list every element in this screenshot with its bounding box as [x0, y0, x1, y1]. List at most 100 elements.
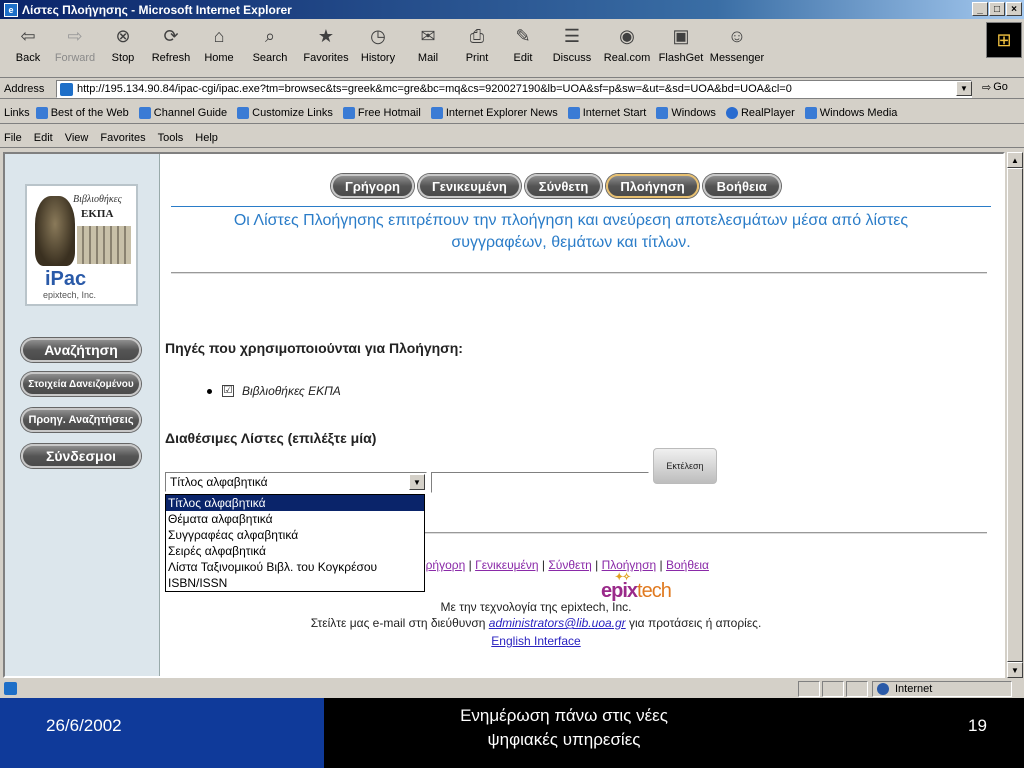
toolbar-refresh-button[interactable]: ⟳ Refresh [146, 20, 196, 76]
toolbar-forward-button[interactable]: ⇨ Forward [50, 20, 100, 76]
list-option[interactable]: ISBN/ISSN [166, 575, 424, 591]
chevron-down-icon[interactable]: ▼ [409, 474, 425, 490]
list-option[interactable]: Θέματα αλφαβητικά [166, 511, 424, 527]
toolbar-realcom-button[interactable]: ◉ Real.com [598, 20, 656, 76]
logo-line1: Βιβλιοθήκες [73, 194, 122, 205]
footer-nav: Γρήγορη | Γενικευμένη | Σύνθετη | Πλοήγη… [419, 558, 709, 572]
footer-nav-link[interactable]: Σύνθετη [548, 558, 591, 572]
link-icon [725, 106, 738, 119]
links-label: Links [4, 106, 30, 119]
sparkle-icon: ✦✧ [615, 572, 631, 583]
link-item[interactable]: Customize Links [237, 106, 333, 119]
link-item[interactable]: RealPlayer [725, 106, 795, 119]
footer-nav-link[interactable]: Βοήθεια [666, 558, 709, 572]
mail-icon: ✉ [420, 25, 436, 46]
link-item[interactable]: Internet Explorer News [430, 106, 558, 119]
menu-edit[interactable]: Edit [34, 132, 53, 144]
link-label: Best of the Web [50, 106, 129, 119]
tagline-line1: Οι Λίστες Πλοήγησης επιτρέπουν την πλοήγ… [233, 212, 909, 229]
tab-1[interactable]: Γενικευμένη [417, 174, 521, 198]
slide-title-line1: Ενημέρωση πάνω στις νέες [460, 706, 668, 725]
close-button[interactable]: × [1006, 2, 1022, 16]
footer-nav-link[interactable]: Γρήγορη [419, 558, 465, 572]
menu-view[interactable]: View [65, 132, 89, 144]
link-item[interactable]: Windows Media [804, 106, 897, 119]
contact-email-link[interactable]: administrators@lib.uoa.gr [489, 616, 626, 630]
link-label: Windows [671, 106, 716, 119]
maximize-button[interactable]: □ [989, 2, 1005, 16]
link-label: RealPlayer [740, 106, 795, 119]
toolbar-favorites-button[interactable]: ★ Favorites [298, 20, 354, 76]
toolbar-history-button[interactable]: ◷ History [354, 20, 402, 76]
menu-help[interactable]: Help [195, 132, 218, 144]
list-option[interactable]: Λίστα Ταξινομικού Βιβλ. του Κογκρέσου [166, 559, 424, 575]
sources-heading: Πηγές που χρησιμοποιούνται για Πλοήγηση: [165, 340, 463, 356]
toolbar-back-button[interactable]: ⇦ Back [6, 20, 50, 76]
toolbar-mail-button[interactable]: ✉ Mail [402, 20, 454, 76]
link-label: Internet Explorer News [445, 106, 558, 119]
toolbar-label: Mail [417, 52, 439, 64]
toolbar-discuss-button[interactable]: ☰ Discuss [546, 20, 598, 76]
library-logo[interactable]: Βιβλιοθήκες ΕΚΠΑ iPac epixtech, Inc. [25, 184, 138, 306]
link-label: Free Hotmail [357, 106, 421, 119]
source-list-item: ☑ Βιβλιοθήκες ΕΚΠΑ [207, 384, 341, 398]
menu-tools[interactable]: Tools [158, 132, 184, 144]
search-icon: ⌕ [264, 25, 276, 46]
scroll-down-button[interactable]: ▼ [1007, 662, 1023, 678]
source-checkbox[interactable]: ☑ [222, 385, 234, 397]
scroll-thumb[interactable] [1007, 168, 1023, 662]
toolbar-home-button[interactable]: ⌂ Home [196, 20, 242, 76]
address-bar: Address http://195.134.90.84/ipac-cgi/ip… [0, 79, 1024, 99]
list-option[interactable]: Σειρές αλφαβητικά [166, 543, 424, 559]
execute-button[interactable]: Εκτέλεση [653, 448, 717, 484]
link-item[interactable]: Internet Start [567, 106, 646, 119]
list-option[interactable]: Τίτλος αλφαβητικά [166, 495, 424, 511]
tab-4[interactable]: Βοήθεια [702, 174, 781, 198]
vertical-scrollbar[interactable]: ▲ ▼ [1007, 152, 1023, 678]
list-option[interactable]: Συγγραφέας αλφαβητικά [166, 527, 424, 543]
windows-logo-icon: ⊞ [986, 22, 1022, 58]
tab-0[interactable]: Γρήγορη [331, 174, 414, 198]
toolbar-print-button[interactable]: ⎙ Print [454, 20, 500, 76]
toolbar-label: History [360, 52, 396, 64]
flashget-icon: ▣ [672, 25, 690, 46]
toolbar-search-button[interactable]: ⌕ Search [242, 20, 298, 76]
toolbar-label: Forward [54, 52, 96, 64]
go-button[interactable]: ⇨ Go [982, 81, 1008, 94]
link-item[interactable]: Free Hotmail [342, 106, 421, 119]
english-interface-link[interactable]: English Interface [491, 634, 580, 648]
home-icon: ⌂ [213, 25, 225, 46]
list-type-select[interactable]: Τίτλος αλφαβητικά ▼ [165, 472, 427, 492]
menu-favorites[interactable]: Favorites [100, 132, 145, 144]
tab-2[interactable]: Σύνθετη [524, 174, 603, 198]
epix-logo-part-a: epix [601, 580, 638, 602]
sidebar-item-borrower[interactable]: Στοιχεία Δανειζομένου [21, 372, 141, 396]
link-item[interactable]: Channel Guide [138, 106, 227, 119]
statue-image [35, 196, 75, 266]
sidebar-item-previous-searches[interactable]: Προηγ. Αναζητήσεις [21, 408, 141, 432]
toolbar-label: FlashGet [658, 52, 704, 64]
scroll-up-button[interactable]: ▲ [1007, 152, 1023, 168]
tab-3[interactable]: Πλοήγηση [606, 174, 699, 198]
footer-nav-link[interactable]: Γενικευμένη [475, 558, 538, 572]
toolbar-messenger-button[interactable]: ☺ Messenger [706, 20, 768, 76]
menu-bar: File Edit View Favorites Tools Help [0, 128, 1024, 148]
address-input[interactable]: http://195.134.90.84/ipac-cgi/ipac.exe?t… [56, 80, 972, 98]
menu-file[interactable]: File [4, 132, 22, 144]
source-label: Βιβλιοθήκες ΕΚΠΑ [242, 384, 341, 398]
address-dropdown-button[interactable]: ▼ [956, 81, 972, 96]
list-type-selected: Τίτλος αλφαβητικά [170, 475, 268, 489]
link-item[interactable]: Best of the Web [35, 106, 129, 119]
browse-term-input[interactable] [431, 472, 649, 493]
toolbar-flashget-button[interactable]: ▣ FlashGet [656, 20, 706, 76]
sidebar-item-search[interactable]: Αναζήτηση [21, 338, 141, 362]
link-icon [430, 106, 443, 119]
sidebar-item-links[interactable]: Σύνδεσμοι [21, 444, 141, 468]
footer-nav-link[interactable]: Πλοήγηση [602, 558, 657, 572]
left-sidebar: Βιβλιοθήκες ΕΚΠΑ iPac epixtech, Inc. Ανα… [5, 154, 160, 676]
minimize-button[interactable]: _ [972, 2, 988, 16]
toolbar-edit-button[interactable]: ✎ Edit [500, 20, 546, 76]
print-icon: ⎙ [469, 25, 485, 46]
toolbar-stop-button[interactable]: ⊗ Stop [100, 20, 146, 76]
link-item[interactable]: Windows [656, 106, 716, 119]
